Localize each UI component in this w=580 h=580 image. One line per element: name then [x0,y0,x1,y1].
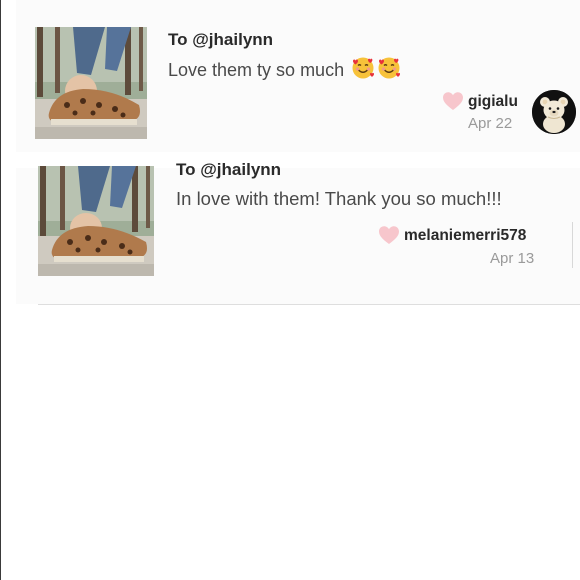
comment-recipient: To @jhailynn [168,30,274,49]
sneaker-photo-icon [35,27,147,139]
comment-recipient: To @jhailynn [176,160,282,179]
teddy-bear-icon [532,90,576,134]
smiling-face-with-hearts-icon [351,56,375,80]
smiling-face-with-hearts-icon [377,56,401,80]
comment-username[interactable]: gigialu [468,93,518,111]
comment-username[interactable]: melaniemerri578 [404,227,526,245]
comment-message: In love with them! Thank you so much!!! [176,188,502,209]
left-edge-rule [0,0,1,580]
comment-message: Love them ty so much [168,60,345,80]
comment-date: Apr 13 [490,250,535,267]
card-edge [572,222,573,268]
comment-date: Apr 22 [468,115,513,132]
heart-icon[interactable] [442,91,464,111]
product-thumbnail[interactable] [35,27,147,139]
comment-message-line: Love them ty so much [168,56,401,81]
sneaker-photo-icon [38,166,154,276]
divider [38,304,580,305]
heart-icon[interactable] [378,225,400,245]
product-thumbnail[interactable] [38,166,154,276]
avatar[interactable] [532,90,576,134]
